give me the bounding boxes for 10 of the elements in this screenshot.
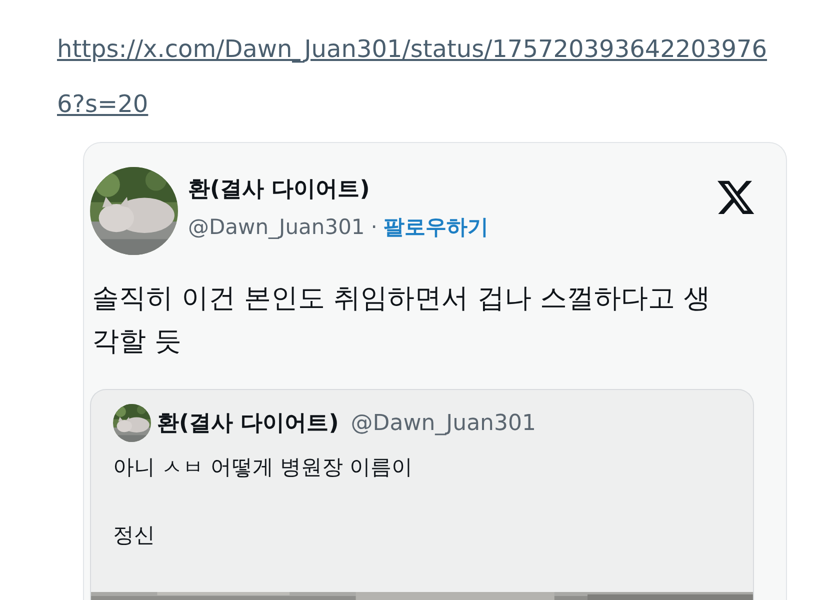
follow-link[interactable]: 팔로우하기 (383, 212, 488, 244)
tweet-text: 솔직히 이건 본인도 취임하면서 겁나 스껄하다고 생각할 듯 (91, 282, 712, 359)
user-handle: @Dawn_Juan301 (350, 410, 536, 438)
tweet-link[interactable]: https://x.com/Dawn_Juan301/status/1757203936422039766?s=20 (57, 22, 787, 132)
quote-text: 아니 ㅅㅂ 어떻게 병원장 이름이 (113, 454, 414, 481)
display-name: 환(결사 다이어트) (157, 410, 339, 438)
quote-text: 정신 (113, 522, 156, 549)
user-handle: @Dawn_Juan301 (188, 214, 365, 241)
display-name: 환(결사 다이어트) (188, 176, 371, 204)
separator-dot: · (370, 214, 378, 241)
